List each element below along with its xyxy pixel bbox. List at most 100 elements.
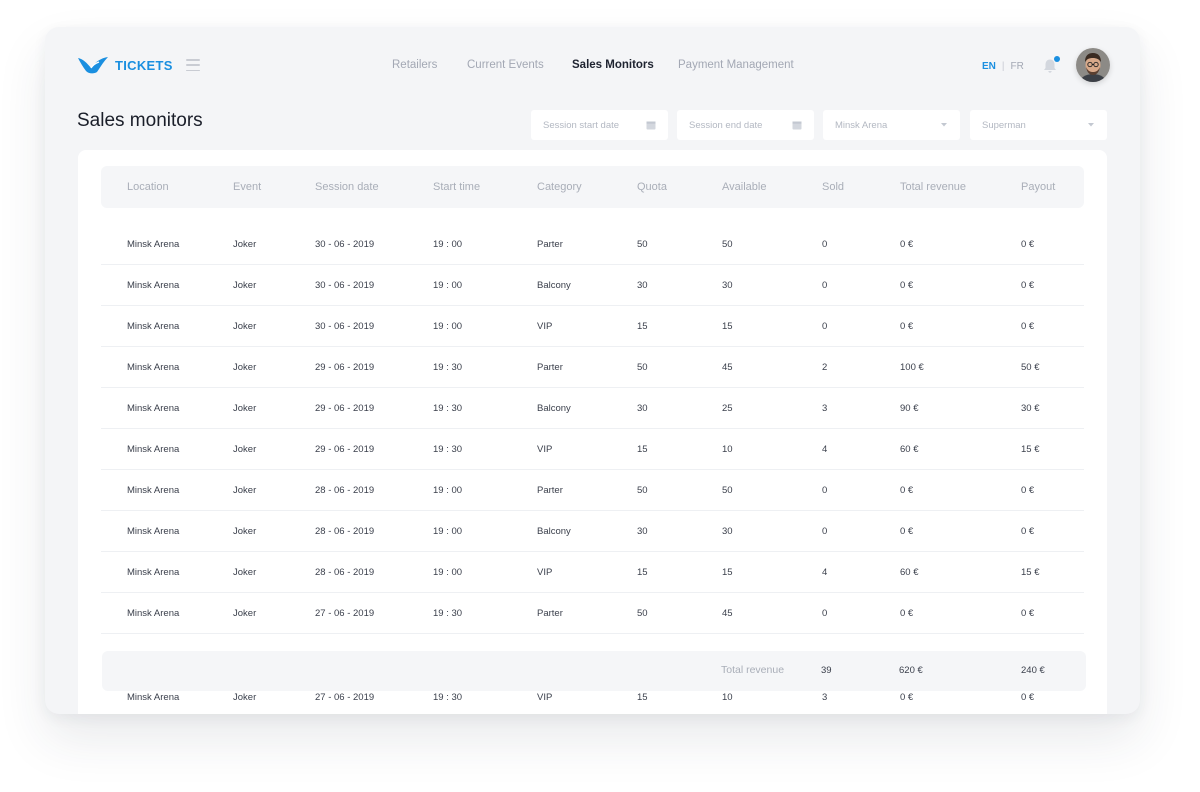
cell-payout: 0 €: [1021, 526, 1035, 537]
cell-session-date: 30 - 06 - 2019: [315, 321, 375, 332]
lang-en[interactable]: EN: [982, 61, 996, 72]
cell-session-date: 28 - 06 - 2019: [315, 485, 375, 496]
column-header-session-date[interactable]: Session date: [315, 181, 379, 193]
cell-start-time: 19 : 00: [433, 239, 463, 250]
nav-retailers[interactable]: Retailers: [392, 59, 437, 71]
cell-sold: 2: [822, 362, 828, 373]
cell-available: 50: [722, 239, 733, 250]
cell-sold: 0: [822, 321, 828, 332]
cell-category: Balcony: [537, 526, 571, 537]
table-row[interactable]: Minsk Arena Joker 28 - 06 - 2019 19 : 00 VIP…: [101, 552, 1084, 593]
event-select[interactable]: Superman: [970, 110, 1107, 140]
column-header-quota[interactable]: Quota: [637, 181, 667, 193]
cell-available: 30: [722, 526, 733, 537]
cell-event: Joker: [233, 692, 257, 703]
column-header-category[interactable]: Category: [537, 181, 582, 193]
cell-category: VIP: [537, 321, 553, 332]
table-row[interactable]: Minsk Arena Joker 29 - 06 - 2019 19 : 30 Bal…: [101, 388, 1084, 429]
cell-total-revenue: 0 €: [900, 526, 914, 537]
menu-hamburger-icon[interactable]: [186, 59, 200, 71]
cell-quota: 30: [637, 403, 648, 414]
cell-session-date: 28 - 06 - 2019: [315, 567, 375, 578]
notifications-bell-icon[interactable]: [1042, 56, 1060, 74]
cell-sold: 0: [822, 608, 828, 619]
cell-category: Parter: [537, 485, 563, 496]
cell-quota: 50: [637, 485, 648, 496]
location-select-value: Minsk Arena: [835, 119, 888, 131]
cell-start-time: 19 : 00: [433, 485, 463, 496]
cell-start-time: 19 : 30: [433, 608, 463, 619]
cell-start-time: 19 : 30: [433, 362, 463, 373]
cell-payout: 0 €: [1021, 608, 1035, 619]
cell-event: Joker: [233, 608, 257, 619]
nav-current-events[interactable]: Current Events: [467, 59, 544, 71]
cell-session-date: 29 - 06 - 2019: [315, 362, 375, 373]
nav-payment-management[interactable]: Payment Management: [678, 59, 794, 71]
table-row-partial[interactable]: Minsk Arena Joker 27 - 06 - 2019 19 : 30…: [101, 689, 1084, 714]
cell-payout: 0 €: [1021, 239, 1035, 250]
cell-event: Joker: [233, 567, 257, 578]
cell-session-date: 30 - 06 - 2019: [315, 280, 375, 291]
cell-event: Joker: [233, 403, 257, 414]
table-row[interactable]: Minsk Arena Joker 29 - 06 - 2019 19 : 30 Par…: [101, 347, 1084, 388]
column-header-payout[interactable]: Payout: [1021, 181, 1055, 193]
logo[interactable]: TICKETS: [77, 55, 173, 75]
lang-fr[interactable]: FR: [1011, 61, 1024, 72]
cell-event: Joker: [233, 280, 257, 291]
cell-quota: 15: [637, 321, 648, 332]
table-row[interactable]: Minsk Arena Joker 27 - 06 - 2019 19 : 30 Par…: [101, 593, 1084, 634]
totals-row: Total revenue 39 620 € 240 €: [102, 651, 1086, 691]
cell-location: Minsk Arena: [127, 692, 180, 703]
table-row[interactable]: Minsk Arena Joker 28 - 06 - 2019 19 : 00 Bal…: [101, 511, 1084, 552]
cell-sold: 0: [822, 280, 828, 291]
cell-category: Parter: [537, 239, 563, 250]
cell-total-revenue: 0 €: [900, 608, 914, 619]
cell-start-time: 19 : 30: [433, 444, 463, 455]
cell-quota: 50: [637, 362, 648, 373]
user-avatar[interactable]: [1076, 48, 1110, 82]
cell-location: Minsk Arena: [127, 280, 180, 291]
cell-start-time: 19 : 30: [433, 692, 463, 703]
calendar-icon[interactable]: [792, 120, 802, 130]
cell-total-revenue: 0 €: [900, 485, 914, 496]
cell-payout: 0 €: [1021, 280, 1035, 291]
cell-session-date: 28 - 06 - 2019: [315, 526, 375, 537]
lang-separator: |: [1001, 61, 1005, 72]
column-header-available[interactable]: Available: [722, 181, 766, 193]
session-start-date-input[interactable]: Session start date: [531, 110, 668, 140]
cell-start-time: 19 : 00: [433, 321, 463, 332]
column-header-sold[interactable]: Sold: [822, 181, 844, 193]
cell-available: 25: [722, 403, 733, 414]
session-end-date-placeholder: Session end date: [689, 119, 763, 131]
cell-payout: 30 €: [1021, 403, 1040, 414]
cell-payout: 15 €: [1021, 567, 1040, 578]
cell-category: Parter: [537, 362, 563, 373]
cell-available: 15: [722, 321, 733, 332]
table-row[interactable]: Minsk Arena Joker 29 - 06 - 2019 19 : 30 VIP…: [101, 429, 1084, 470]
cell-sold: 4: [822, 567, 828, 578]
table-row[interactable]: Minsk Arena Joker 30 - 06 - 2019 19 : 00 Bal…: [101, 265, 1084, 306]
cell-start-time: 19 : 00: [433, 567, 463, 578]
nav-sales-monitors[interactable]: Sales Monitors: [572, 59, 654, 71]
location-select[interactable]: Minsk Arena: [823, 110, 960, 140]
table-header: Location Event Session date Start time C…: [101, 166, 1084, 208]
cell-quota: 50: [637, 239, 648, 250]
calendar-icon[interactable]: [646, 120, 656, 130]
column-header-total-revenue[interactable]: Total revenue: [900, 181, 966, 193]
column-header-location[interactable]: Location: [127, 181, 169, 193]
table-row[interactable]: Minsk Arena Joker 30 - 06 - 2019 19 : 00 Par…: [101, 224, 1084, 265]
table-row[interactable]: Minsk Arena Joker 30 - 06 - 2019 19 : 00 VIP…: [101, 306, 1084, 347]
notification-dot: [1054, 56, 1060, 62]
sales-table-card: Location Event Session date Start time C…: [78, 150, 1107, 714]
cell-quota: 30: [637, 526, 648, 537]
table-row[interactable]: Minsk Arena Joker 28 - 06 - 2019 19 : 00 Par…: [101, 470, 1084, 511]
column-header-event[interactable]: Event: [233, 181, 261, 193]
event-select-value: Superman: [982, 119, 1026, 131]
column-header-start-time[interactable]: Start time: [433, 181, 480, 193]
cell-location: Minsk Arena: [127, 526, 180, 537]
chevron-down-icon: [941, 123, 947, 127]
totals-revenue: 620 €: [899, 665, 923, 676]
session-end-date-input[interactable]: Session end date: [677, 110, 814, 140]
cell-category: VIP: [537, 692, 553, 703]
cell-total-revenue: 0 €: [900, 239, 914, 250]
